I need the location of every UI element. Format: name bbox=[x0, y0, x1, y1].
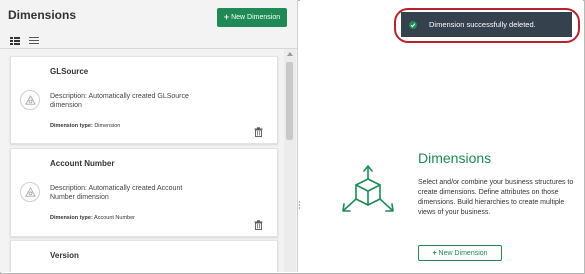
dimension-name: Account Number bbox=[50, 159, 115, 168]
detailed-list-view-icon[interactable] bbox=[10, 37, 20, 45]
empty-state-button-label: New Dimension bbox=[438, 249, 488, 257]
dimension-name: Version bbox=[50, 251, 79, 260]
dimension-icon bbox=[20, 90, 40, 110]
dimension-type-label: Dimension type: bbox=[50, 215, 93, 221]
scrollbar-thumb[interactable] bbox=[286, 62, 293, 140]
dimension-name: GLSource bbox=[50, 67, 89, 76]
dimension-type-value: Dimension bbox=[94, 123, 121, 129]
compact-list-view-icon[interactable] bbox=[29, 37, 39, 45]
new-dimension-button[interactable]: + New Dimension bbox=[217, 8, 287, 27]
panel-title: Dimensions bbox=[8, 8, 77, 22]
trash-icon[interactable] bbox=[254, 217, 263, 230]
trash-icon[interactable] bbox=[254, 124, 263, 137]
empty-state-new-dimension-button[interactable]: + New Dimension bbox=[418, 245, 502, 261]
toast-highlight-outline bbox=[394, 8, 580, 43]
dimension-description: Description: Automatically created GLSou… bbox=[50, 93, 189, 109]
dimensions-cube-icon bbox=[342, 165, 394, 212]
dimension-description: Description: Automatically created Accou… bbox=[50, 185, 183, 201]
dimension-card[interactable]: GLSource Description: Automatically crea… bbox=[10, 56, 278, 144]
dimension-type: Dimension type: Account Number bbox=[50, 215, 135, 221]
dimensions-list-panel: Dimensions + New Dimension GLSource Desc… bbox=[0, 0, 298, 272]
empty-state-description: Select and/or combine your business stru… bbox=[418, 179, 574, 216]
plus-icon: + bbox=[223, 12, 230, 22]
dimension-type: Dimension type: Dimension bbox=[50, 123, 120, 129]
empty-state-title: Dimensions bbox=[418, 150, 492, 166]
scroll-up-arrow-icon[interactable] bbox=[287, 52, 293, 56]
dimension-type-label: Dimension type: bbox=[50, 123, 93, 129]
dimension-icon bbox=[20, 182, 40, 202]
dimension-card[interactable]: Version bbox=[10, 240, 278, 272]
view-toggle-group bbox=[10, 37, 39, 45]
dimension-type-value: Account Number bbox=[94, 215, 135, 221]
dimension-card[interactable]: Account Number Description: Automaticall… bbox=[10, 148, 278, 237]
plus-icon: + bbox=[432, 249, 437, 257]
new-dimension-button-label: New Dimension bbox=[231, 14, 281, 21]
header-divider bbox=[0, 48, 297, 49]
